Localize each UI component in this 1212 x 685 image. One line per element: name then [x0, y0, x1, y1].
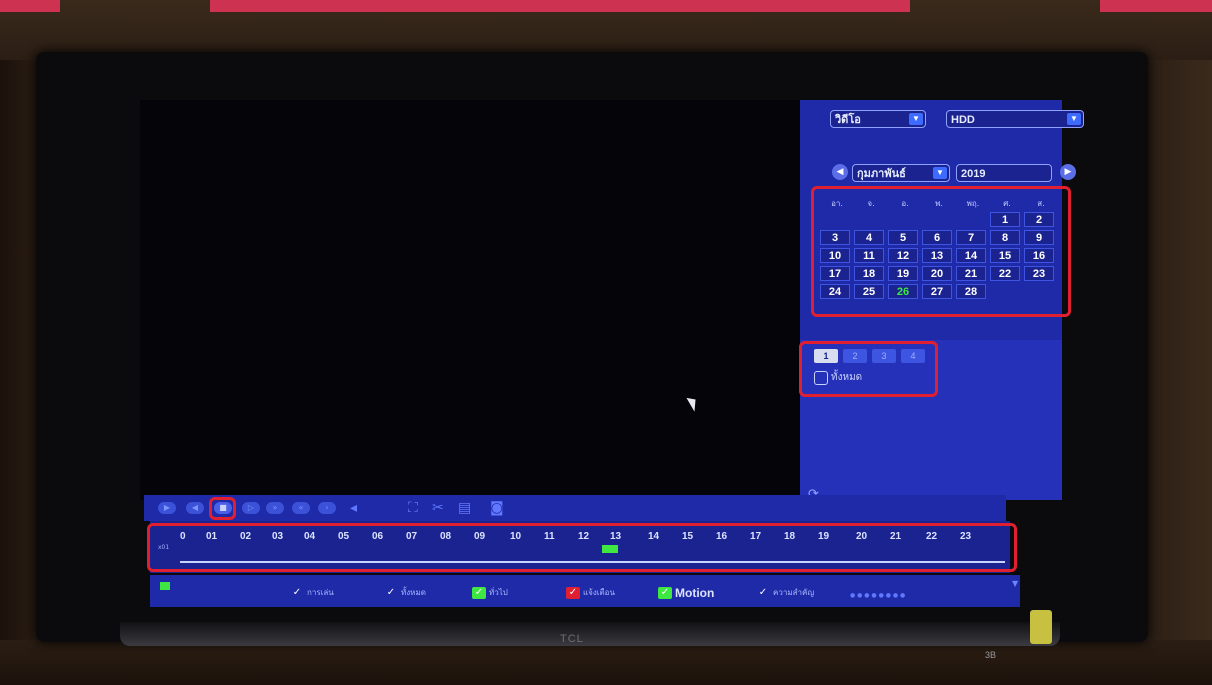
next-month-button[interactable]: ▶: [1060, 164, 1076, 180]
room-background-left: [0, 60, 40, 640]
record-filter-label: การเล่น: [307, 588, 334, 597]
record-filter-checkbox[interactable]: ✓ แจ้งเตือน: [566, 586, 615, 599]
fast-forward-button[interactable]: »: [266, 502, 284, 514]
chevron-down-icon: ▼: [933, 167, 947, 179]
tv-bezel: [120, 622, 1060, 646]
prev-month-button[interactable]: ◀: [832, 164, 848, 180]
channel-highlight-box: [799, 341, 938, 397]
overlay-band-center: [210, 0, 910, 12]
energy-sticker: [1030, 610, 1052, 644]
record-filter-label: Motion: [675, 586, 715, 600]
save-icon[interactable]: ▤: [458, 500, 471, 516]
year-field[interactable]: 2019: [956, 164, 1052, 182]
next-frame-button[interactable]: ›: [318, 502, 336, 514]
record-filter-label: ความสำคัญ: [773, 588, 815, 597]
record-filter-checkbox[interactable]: ✓ การเล่น: [290, 586, 334, 599]
audio-icon[interactable]: ◂: [350, 500, 357, 516]
snapshot-icon[interactable]: ◙: [490, 500, 504, 516]
check-icon: ✓: [658, 587, 672, 599]
video-playback-area[interactable]: [140, 100, 802, 500]
check-icon: ✓: [472, 586, 486, 599]
timeline-highlight-box: [147, 523, 1017, 572]
source-select-value: วิดีโอ: [835, 114, 861, 126]
chevron-down-icon: ▼: [909, 113, 923, 125]
year-value: 2019: [961, 168, 986, 180]
overlay-band-left: [0, 0, 60, 12]
source-select[interactable]: วิดีโอ ▼: [830, 110, 926, 128]
fullscreen-icon[interactable]: ⛶: [408, 500, 418, 516]
record-filter-checkbox[interactable]: ✓ ความสำคัญ: [756, 586, 814, 599]
room-background-right: [1142, 60, 1212, 640]
overlay-band-right: [1100, 0, 1212, 12]
play-button[interactable]: ▶: [158, 502, 176, 514]
reverse-play-button[interactable]: ◀: [186, 502, 204, 514]
scroll-down-icon[interactable]: ▼: [1012, 579, 1018, 588]
check-icon: ✓: [566, 586, 580, 599]
calendar-highlight-box: [811, 186, 1071, 317]
check-icon: ✓: [756, 586, 770, 599]
month-select-value: กุมภาพันธ์: [857, 168, 906, 180]
tv-badge: 3B: [985, 650, 997, 660]
check-icon: ✓: [384, 586, 398, 599]
previous-frame-button[interactable]: «: [292, 502, 310, 514]
room-background-bottom: [0, 640, 1212, 685]
disk-select-value: HDD: [951, 114, 975, 126]
record-filter-checkbox[interactable]: ✓ Motion: [658, 586, 714, 600]
record-filter-label: ทั่วไป: [489, 588, 508, 597]
tv-brand-logo: TCL: [560, 633, 584, 645]
disk-select[interactable]: HDD ▼: [946, 110, 1084, 128]
clip-icon[interactable]: ✂: [432, 500, 444, 516]
chevron-down-icon: ▼: [1067, 113, 1081, 125]
record-filter-checkbox[interactable]: ✓ ทั่วไป: [472, 586, 508, 599]
record-indicator: [160, 582, 170, 590]
record-filter-checkbox[interactable]: ✓ ทั้งหมด: [384, 586, 426, 599]
time-scale-legend: ● ● ● ● ● ● ● ●: [850, 592, 906, 599]
check-icon: ✓: [290, 586, 304, 599]
stop-highlight-box: [209, 497, 236, 520]
month-select[interactable]: กุมภาพันธ์ ▼: [852, 164, 950, 182]
record-filter-label: ทั้งหมด: [401, 588, 426, 597]
record-filter-label: แจ้งเตือน: [583, 588, 615, 597]
slow-play-button[interactable]: ▷: [242, 502, 260, 514]
